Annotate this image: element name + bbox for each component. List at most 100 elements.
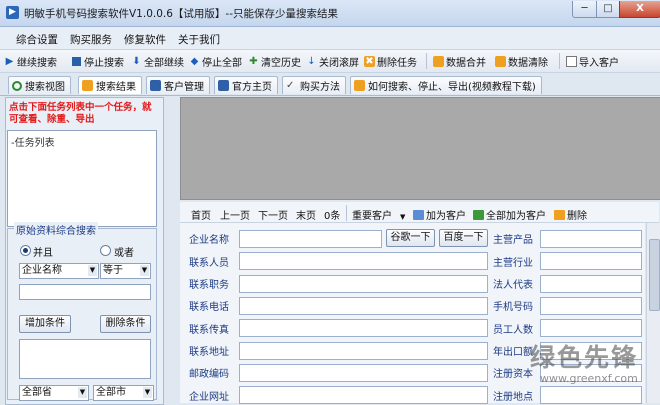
results-icon [82,80,93,91]
delete-condition-button[interactable]: 删除条件 [100,315,151,333]
task-hint-text: 点击下面任务列表中一个任务，就可查看、除重、导出 [9,102,152,125]
label-contact-title: 联系职务 [189,280,229,291]
website-input[interactable] [239,386,488,404]
watermark-url: www.greenxf.com [540,372,638,385]
city-select[interactable]: 全部市 ▼ [93,385,154,401]
delete-icon [554,209,565,220]
scroll-down-icon: ↓ [307,55,316,67]
contact-fax-input[interactable] [239,319,488,337]
label-contact-address: 联系地址 [189,347,229,358]
prev-page-button[interactable]: 上一页 [220,207,250,222]
company-name-input[interactable] [239,230,382,248]
main-industry-input[interactable] [540,252,642,270]
add-all-icon [473,209,484,220]
scrollbar-thumb[interactable] [649,239,660,311]
baidu-search-button[interactable]: 百度一下 [439,229,488,247]
tab-purchase-method[interactable]: ✓ 购买方法 [282,76,346,94]
label-contact-person: 联系人员 [189,258,229,269]
radio-or-label: 或者 [114,248,134,259]
record-count: 0条 [324,211,341,222]
label-main-industry: 主营行业 [493,258,533,269]
label-contact-phone: 联系电话 [189,302,229,313]
label-website: 企业网址 [189,392,229,403]
tab-customer-management[interactable]: 客户管理 [146,76,210,94]
radio-or[interactable] [100,245,111,256]
toolbar: ▶ 继续搜索 停止搜索 ⬇ 全部继续 ◆ 停止全部 ✚ 清空历史 ↓ 关闭滚屏 ✖ 删除任务… [0,49,660,73]
maximize-button[interactable]: □ [596,1,620,18]
delete-task-button[interactable]: ✖ 删除任务 [364,54,417,69]
registered-location-input[interactable] [540,386,642,404]
home-icon [218,80,229,91]
menu-settings[interactable]: 综合设置 [16,32,58,47]
tab-video-tutorial[interactable]: 如何搜索、停止、导出(视频教程下载) [350,76,542,94]
menu-repair[interactable]: 修复软件 [124,32,166,47]
tab-search-results[interactable]: 搜索结果 [78,76,142,94]
dropdown-arrow-icon: ▼ [78,387,87,398]
contact-title-input[interactable] [239,275,488,293]
close-button[interactable]: X [619,1,660,18]
postal-code-input[interactable] [239,364,488,382]
label-legal-rep: 法人代表 [493,280,533,291]
dropdown-arrow-icon: ▼ [143,387,152,398]
label-main-products: 主营产品 [493,235,533,246]
first-page-button[interactable]: 首页 [191,207,211,222]
form-scrollbar[interactable] [646,223,660,403]
field-select[interactable]: 企业名称 ▼ [19,263,99,279]
arrow-down-icon: ⬇ [132,55,141,67]
merge-data-button[interactable]: 数据合并 [433,54,486,69]
operator-select[interactable]: 等于 ▼ [100,263,151,279]
continue-search-button[interactable]: ▶ 继续搜索 [4,54,57,69]
task-list-root[interactable]: -任务列表 [11,134,55,149]
check-icon: ✓ [286,80,295,91]
tab-search-view[interactable]: 搜索视图 [8,76,71,94]
app-icon: ▶ [6,6,19,19]
add-all-customers-button[interactable]: 全部加为客户 [473,207,546,222]
results-view-area [180,97,660,200]
province-select[interactable]: 全部省 ▼ [19,385,89,401]
employees-input[interactable] [540,319,642,337]
title-bar: ▶ 明敏手机号码搜索软件V1.0.0.6【试用版】--只能保存少量搜索结果 [0,0,660,27]
legal-rep-input[interactable] [540,275,642,293]
menu-about[interactable]: 关于我们 [178,32,220,47]
dropdown-arrow-icon: ▼ [140,265,149,276]
window-title: 明敏手机号码搜索软件V1.0.0.6【试用版】--只能保存少量搜索结果 [24,8,338,20]
next-page-button[interactable]: 下一页 [258,207,288,222]
filter-value-input[interactable] [19,284,151,300]
import-customers-button[interactable]: 导入客户 [566,54,619,69]
contact-address-input[interactable] [239,342,488,360]
menu-purchase[interactable]: 购买服务 [70,32,112,47]
task-list[interactable]: -任务列表 [7,130,157,227]
folder-add-icon [413,209,424,220]
label-registered-location: 注册地点 [493,392,533,403]
contact-phone-input[interactable] [239,297,488,315]
close-scroll-button[interactable]: ↓ 关闭滚屏 [306,54,359,69]
add-condition-button[interactable]: 增加条件 [19,315,71,333]
important-customer-dropdown[interactable]: 重要客户 ▼ [352,207,405,222]
merge-icon [433,55,444,67]
clean-data-button[interactable]: 数据清除 [495,54,548,69]
google-search-button[interactable]: 谷歌一下 [386,229,435,247]
minimize-button[interactable]: ─ [572,1,597,18]
folder-icon [150,80,161,91]
delete-button[interactable]: 删除 [554,207,587,222]
add-customer-button[interactable]: 加为客户 [413,207,466,222]
stop-search-button[interactable]: 停止搜索 [71,54,124,69]
radio-and[interactable] [20,245,31,256]
label-postal-code: 邮政编码 [189,369,229,380]
menu-bar: 综合设置 购买服务 修复软件 关于我们 [0,27,660,49]
main-products-input[interactable] [540,230,642,248]
clear-history-button[interactable]: ✚ 清空历史 [248,54,301,69]
tab-official-home[interactable]: 官方主页 [214,76,278,94]
watermark-logo: 绿色先锋 [530,343,639,372]
stop-all-button[interactable]: ◆ 停止全部 [189,54,242,69]
mobile-input[interactable] [540,297,642,315]
last-page-button[interactable]: 末页 [296,207,316,222]
label-registered-capital: 注册资本 [493,369,533,380]
filter-legend: 原始资料综合搜索 [14,222,98,237]
filter-group: 原始资料综合搜索 并且 或者 企业名称 ▼ 等于 ▼ 增加条件 删除条件 全部省 ▼ … [7,222,157,401]
continue-all-button[interactable]: ⬇ 全部继续 [131,54,184,69]
action-separator [346,205,347,221]
radio-and-label: 并且 [33,248,53,259]
condition-list[interactable] [19,339,151,379]
contact-person-input[interactable] [239,252,488,270]
